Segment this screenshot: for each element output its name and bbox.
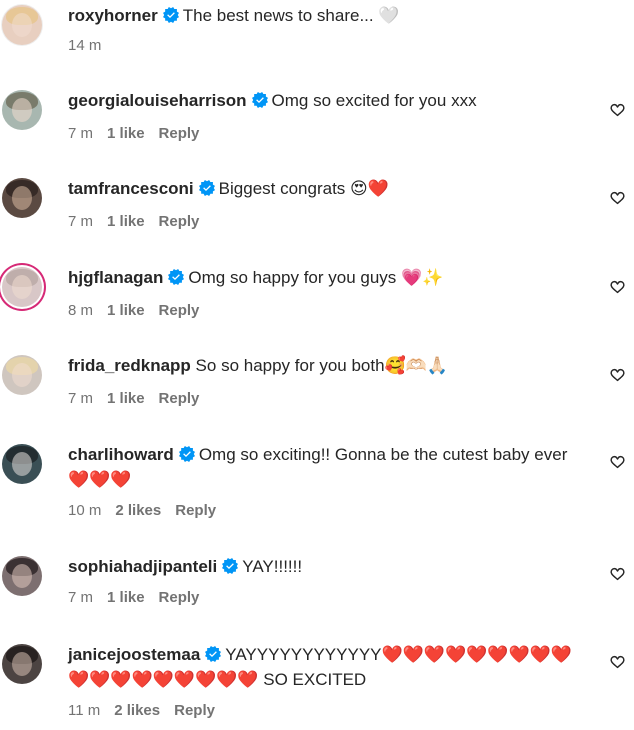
avatar[interactable] — [2, 5, 42, 45]
username[interactable]: charlihoward — [68, 445, 174, 464]
comment-meta: 11 m 2 likes Reply — [68, 702, 229, 719]
reply-button[interactable]: Reply — [175, 502, 216, 519]
timestamp[interactable]: 7 m — [68, 390, 93, 407]
comment-text: Biggest congrats 😍❤️ — [218, 179, 389, 198]
comment-text: Omg so happy for you guys 💗✨ — [188, 268, 444, 287]
verified-badge-icon — [179, 446, 195, 462]
username[interactable]: georgialouiseharrison — [68, 91, 247, 110]
avatar[interactable] — [2, 644, 42, 684]
comment-text: YAY!!!!!! — [242, 557, 303, 576]
reply-button[interactable]: Reply — [159, 589, 200, 606]
reply-button[interactable]: Reply — [159, 302, 200, 319]
like-count[interactable]: 2 likes — [114, 702, 160, 719]
comment-meta: 14 m — [68, 37, 115, 54]
like-count[interactable]: 1 like — [107, 213, 145, 230]
avatar[interactable] — [2, 355, 42, 395]
verified-badge-icon — [205, 646, 221, 662]
username[interactable]: janicejoostemaa — [68, 645, 200, 664]
like-count[interactable]: 2 likes — [115, 502, 161, 519]
heart-outline-icon[interactable] — [609, 566, 626, 582]
heart-outline-icon[interactable] — [609, 102, 626, 118]
like-count[interactable]: 1 like — [107, 390, 145, 407]
heart-outline-icon[interactable] — [609, 654, 626, 670]
timestamp[interactable]: 7 m — [68, 213, 93, 230]
username[interactable]: tamfrancesconi — [68, 179, 194, 198]
avatar[interactable] — [2, 556, 42, 596]
timestamp[interactable]: 14 m — [68, 37, 101, 54]
avatar[interactable] — [2, 178, 42, 218]
comment-meta: 7 m 1 like Reply — [68, 589, 213, 606]
avatar[interactable] — [2, 90, 42, 130]
verified-badge-icon — [168, 269, 184, 285]
comment-meta: 8 m 1 like Reply — [68, 302, 213, 319]
verified-badge-icon — [222, 558, 238, 574]
verified-badge-icon — [163, 7, 179, 23]
heart-outline-icon[interactable] — [609, 279, 626, 295]
caption-text: The best news to share... — [182, 6, 374, 25]
avatar[interactable] — [2, 444, 42, 484]
heart-outline-icon[interactable] — [609, 190, 626, 206]
reply-button[interactable]: Reply — [174, 702, 215, 719]
username[interactable]: sophiahadjipanteli — [68, 557, 217, 576]
verified-badge-icon — [252, 92, 268, 108]
verified-badge-icon — [199, 180, 215, 196]
comment-meta: 7 m 1 like Reply — [68, 125, 213, 142]
comment-meta: 7 m 1 like Reply — [68, 390, 213, 407]
timestamp[interactable]: 11 m — [68, 702, 100, 719]
like-count[interactable]: 1 like — [107, 589, 145, 606]
avatar[interactable] — [2, 267, 42, 307]
timestamp[interactable]: 8 m — [68, 302, 93, 319]
reply-button[interactable]: Reply — [159, 213, 200, 230]
heart-outline-icon[interactable] — [609, 454, 626, 470]
heart-outline-icon[interactable] — [609, 367, 626, 383]
comment-text: Omg so excited for you xxx — [271, 91, 477, 110]
reply-button[interactable]: Reply — [159, 125, 200, 142]
username[interactable]: frida_redknapp — [68, 356, 191, 375]
comment-meta: 10 m 2 likes Reply — [68, 502, 230, 519]
username[interactable]: hjgflanagan — [68, 268, 163, 287]
like-count[interactable]: 1 like — [107, 125, 145, 142]
timestamp[interactable]: 7 m — [68, 125, 93, 142]
comment-text: So so happy for you both🥰🫶🏻🙏🏻 — [195, 356, 449, 375]
timestamp[interactable]: 7 m — [68, 589, 93, 606]
comment-meta: 7 m 1 like Reply — [68, 213, 213, 230]
timestamp[interactable]: 10 m — [68, 502, 101, 519]
like-count[interactable]: 1 like — [107, 302, 145, 319]
white-heart-emoji: 🤍 — [378, 6, 400, 26]
username[interactable]: roxyhorner — [68, 6, 158, 25]
reply-button[interactable]: Reply — [159, 390, 200, 407]
